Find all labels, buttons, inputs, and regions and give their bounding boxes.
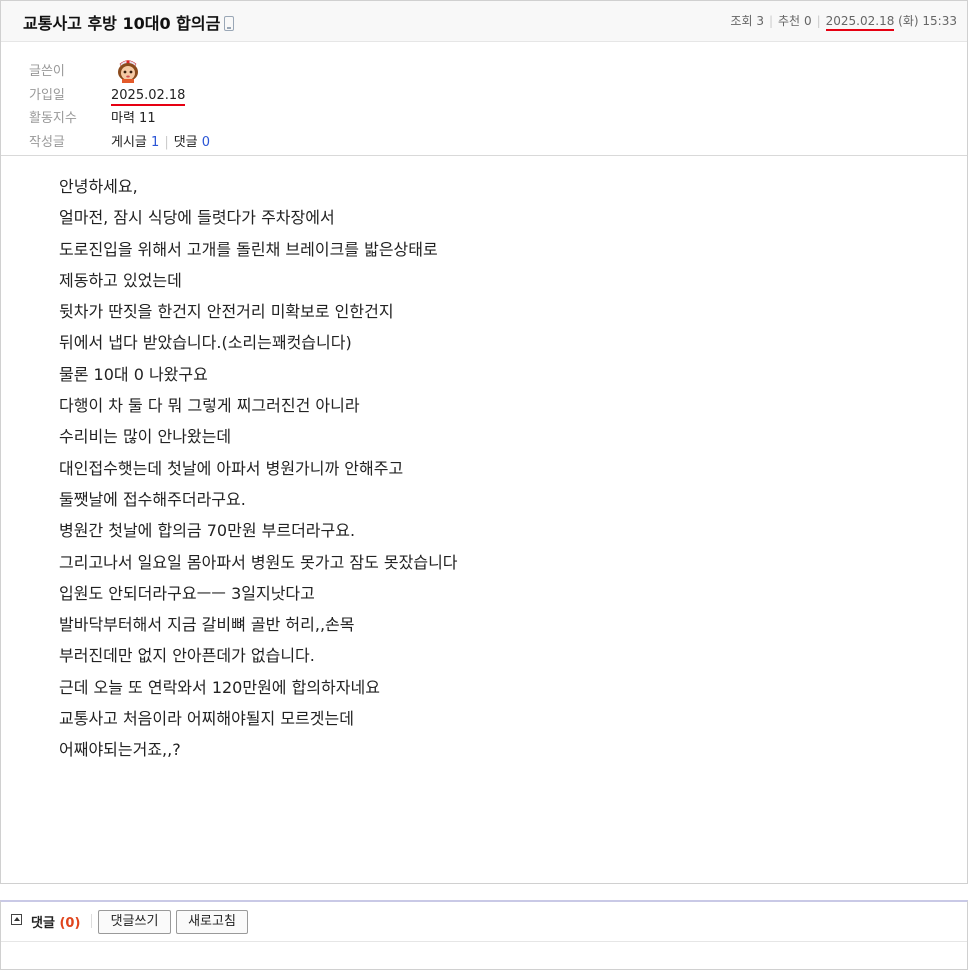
- posts-text: 게시글: [111, 135, 147, 150]
- body-line: 부러진데만 없지 안아픈데가 없습니다.: [59, 646, 315, 666]
- body-line: 교통사고 처음이라 어찌해야될지 모르겟는데: [59, 709, 354, 729]
- comments-label: 댓글: [31, 916, 55, 931]
- writer-info: 글쓴이 가입일 2025.02.18 활동지수 마력 11 작성글 게시글 1 …: [1, 42, 967, 156]
- joined-date: 2025.02.18: [111, 88, 186, 106]
- collapse-toggle-icon[interactable]: [11, 914, 22, 925]
- activity-value: 마력 11: [111, 111, 156, 126]
- comments-count: (0): [59, 916, 81, 931]
- post-date: 2025.02.18: [825, 14, 895, 31]
- write-comment-button[interactable]: 댓글쓰기: [98, 910, 171, 934]
- post-header: 교통사고 후방 10대0 합의금 조회 3 | 추천 0 | 2025.02.18 (화…: [1, 1, 967, 42]
- body-line: 근데 오늘 또 연락와서 120만원에 합의하자네요: [59, 677, 380, 697]
- comments-section: 댓글 (0) 댓글쓰기 새로고침: [0, 900, 968, 970]
- avatar-character-icon: [118, 60, 139, 83]
- comments-toolbar: 댓글 (0) 댓글쓰기 새로고침: [1, 902, 967, 942]
- body-line: 수리비는 많이 안나왔는데: [59, 427, 232, 447]
- comments-heading: 댓글 (0): [31, 912, 80, 931]
- posts-label: 작성글: [29, 135, 65, 150]
- writer-row-posts: 작성글 게시글 1 | 댓글 0: [29, 133, 210, 153]
- writer-row-author: 글쓴이: [29, 58, 141, 83]
- replies-count-link[interactable]: 0: [202, 135, 210, 150]
- post-meta: 조회 3 | 추천 0 | 2025.02.18 (화) 15:33: [730, 12, 957, 31]
- meta-divider: |: [768, 14, 774, 28]
- body-line: 대인접수햇는데 첫날에 아파서 병원가니까 안해주고: [59, 458, 404, 478]
- author-avatar[interactable]: [115, 58, 141, 84]
- body-line: 둘쨋날에 접수해주더라구요.: [59, 489, 246, 509]
- body-line: 얼마전, 잠시 식당에 들렷다가 주차장에서: [59, 208, 335, 228]
- body-line: 물론 10대 0 나왔구요: [59, 364, 208, 384]
- post-title: 교통사고 후방 10대0 합의금: [23, 10, 235, 34]
- activity-label: 활동지수: [29, 111, 77, 126]
- posts-count-link[interactable]: 1: [151, 135, 159, 150]
- meta-divider: |: [816, 14, 821, 28]
- body-line: 제동하고 있었는데: [59, 270, 182, 290]
- body-line: 병원간 첫날에 합의금 70만원 부르더라구요.: [59, 521, 356, 541]
- body-line: 그리고나서 일요일 몸아파서 병원도 못가고 잠도 못잤습니다: [59, 552, 458, 572]
- post-title-text: 교통사고 후방 10대0 합의금: [23, 14, 221, 33]
- body-line: 입원도 안되더라구요ㅡㅡ 3일지낫다고: [59, 583, 315, 603]
- post-body: 안녕하세요, 얼마전, 잠시 식당에 들렷다가 주차장에서 도로진입을 위해서 …: [59, 171, 458, 766]
- body-line: 안녕하세요,: [59, 177, 138, 196]
- post-container: 교통사고 후방 10대0 합의금 조회 3 | 추천 0 | 2025.02.18 (화…: [0, 0, 968, 884]
- body-line: 발바닥부터해서 지금 갈비뼈 골반 허리,,손목: [59, 615, 355, 635]
- joined-label: 가입일: [29, 88, 65, 103]
- views-count: 3: [756, 14, 764, 28]
- toolbar-divider: [91, 914, 92, 928]
- body-line: 어째야되는거죠,,?: [59, 740, 181, 760]
- recommend-count: 0: [803, 14, 812, 28]
- body-line: 뒷차가 딴짓을 한건지 안전거리 미확보로 인한건지: [59, 302, 394, 322]
- recommend-label: 추천: [778, 14, 801, 28]
- writer-row-activity: 활동지수 마력 11: [29, 109, 156, 129]
- mobile-phone-icon: [224, 16, 235, 31]
- views-label: 조회: [730, 14, 753, 28]
- refresh-button[interactable]: 새로고침: [176, 910, 248, 934]
- author-label: 글쓴이: [29, 63, 65, 79]
- body-line: 뒤에서 냅다 받았습니다.(소리는꽤컷습니다): [59, 333, 352, 353]
- body-line: 도로진입을 위해서 고개를 돌린채 브레이크를 밟은상태로: [59, 239, 438, 259]
- body-line: 다행이 차 둘 다 뭐 그렇게 찌그러진건 아니라: [59, 396, 360, 416]
- replies-text: 댓글: [173, 135, 198, 150]
- post-weekday: (화): [898, 14, 919, 28]
- writer-row-joined: 가입일 2025.02.18: [29, 86, 186, 106]
- post-time: 15:33: [922, 14, 957, 28]
- writer-divider: |: [164, 135, 169, 150]
